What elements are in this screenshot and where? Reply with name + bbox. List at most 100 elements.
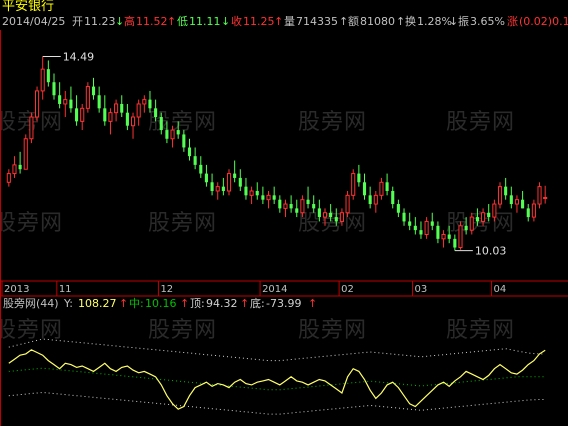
candle bbox=[464, 217, 468, 235]
indicator-y-value: 108.27 bbox=[78, 297, 117, 310]
indicator-y-arrow: ↑ bbox=[119, 297, 129, 310]
candle bbox=[255, 182, 259, 200]
candle bbox=[63, 90, 68, 118]
candle bbox=[165, 121, 169, 144]
candle bbox=[23, 134, 28, 170]
candle bbox=[458, 221, 463, 250]
candle bbox=[345, 190, 350, 218]
candle bbox=[210, 173, 214, 196]
candle bbox=[80, 103, 85, 131]
indicator-name: 股旁网(44) bbox=[3, 297, 59, 310]
candle bbox=[103, 95, 107, 126]
time-tick-label: 2014 bbox=[262, 284, 287, 295]
indicator-mid-line bbox=[8, 367, 546, 391]
candle bbox=[85, 82, 90, 113]
candle bbox=[300, 195, 305, 218]
time-tick-label: 03 bbox=[415, 284, 428, 295]
candle bbox=[182, 130, 186, 152]
candle bbox=[215, 182, 220, 200]
time-tick-label: 12 bbox=[160, 284, 173, 295]
candle bbox=[283, 199, 288, 218]
time-axis: 2013 11 12 2014 02 03 04 bbox=[1, 281, 507, 296]
high-mark-label: 14.49 bbox=[63, 51, 95, 64]
candle bbox=[362, 173, 367, 200]
candle bbox=[504, 177, 508, 200]
candle bbox=[402, 208, 406, 226]
time-tick-label: 2013 bbox=[4, 284, 29, 295]
candle bbox=[108, 108, 113, 135]
price-chart[interactable]: 2013 11 12 2014 02 03 04 14.49 10.03 bbox=[0, 0, 568, 426]
candle bbox=[436, 221, 440, 244]
candle bbox=[226, 169, 232, 196]
candle bbox=[306, 186, 310, 209]
candle bbox=[233, 160, 237, 183]
candle bbox=[334, 208, 338, 226]
candle bbox=[52, 73, 56, 100]
candle bbox=[487, 204, 491, 222]
candle bbox=[199, 156, 203, 178]
candle bbox=[159, 112, 163, 135]
time-tick-label: 04 bbox=[494, 284, 507, 295]
indicator-mid-label: 中: bbox=[129, 297, 144, 310]
candle bbox=[170, 125, 175, 148]
candle bbox=[447, 225, 451, 244]
time-tick-label: 02 bbox=[341, 284, 354, 295]
candle bbox=[289, 195, 293, 213]
indicator-bottom-value: -73.99 bbox=[266, 297, 302, 310]
candle bbox=[526, 204, 530, 222]
candle bbox=[125, 103, 129, 131]
candle bbox=[244, 177, 248, 200]
indicator-bottom-line bbox=[8, 391, 546, 415]
candle bbox=[351, 169, 356, 200]
indicator-y-line bbox=[8, 349, 546, 410]
candle bbox=[238, 169, 242, 191]
candle bbox=[266, 190, 271, 209]
candle bbox=[469, 212, 474, 235]
indicator-top-label: 顶: bbox=[190, 297, 205, 310]
chart-frame bbox=[0, 30, 568, 426]
candle bbox=[441, 230, 446, 248]
candle bbox=[430, 212, 434, 231]
indicator-bottom-label: 底: bbox=[250, 297, 265, 310]
candle bbox=[329, 204, 333, 222]
candle bbox=[379, 177, 384, 200]
candle bbox=[312, 195, 316, 213]
candle bbox=[278, 195, 282, 213]
candle bbox=[204, 164, 208, 187]
indicator-top-arrow: ↑ bbox=[240, 297, 250, 310]
candle bbox=[537, 182, 542, 209]
candle bbox=[154, 99, 158, 122]
candle bbox=[514, 195, 520, 213]
candle bbox=[142, 95, 147, 113]
candle bbox=[75, 95, 79, 126]
time-tick-label: 11 bbox=[59, 284, 72, 295]
candle bbox=[136, 99, 141, 126]
indicator-series bbox=[8, 338, 546, 415]
candle bbox=[18, 151, 22, 174]
candle bbox=[424, 217, 429, 239]
candle bbox=[91, 77, 96, 100]
candle bbox=[357, 164, 361, 187]
candle bbox=[12, 156, 17, 178]
candle bbox=[339, 208, 344, 226]
candle bbox=[46, 60, 50, 87]
candle bbox=[272, 186, 276, 205]
candle bbox=[29, 112, 34, 144]
candle bbox=[249, 186, 254, 205]
candle bbox=[6, 169, 11, 187]
candle bbox=[509, 186, 513, 209]
candle bbox=[373, 190, 378, 213]
candlestick-series bbox=[6, 56, 548, 251]
candle bbox=[408, 212, 412, 231]
candle bbox=[521, 190, 525, 209]
candle bbox=[531, 199, 536, 222]
candle bbox=[317, 199, 321, 222]
candle bbox=[130, 112, 136, 139]
indicator-top-value: 94.32 bbox=[206, 297, 238, 310]
candle bbox=[193, 147, 197, 170]
candle bbox=[368, 186, 372, 209]
low-mark-label: 10.03 bbox=[475, 245, 507, 258]
indicator-mid-arrow: ↑ bbox=[180, 297, 190, 310]
indicator-top-line bbox=[8, 338, 546, 362]
candle bbox=[497, 182, 503, 209]
